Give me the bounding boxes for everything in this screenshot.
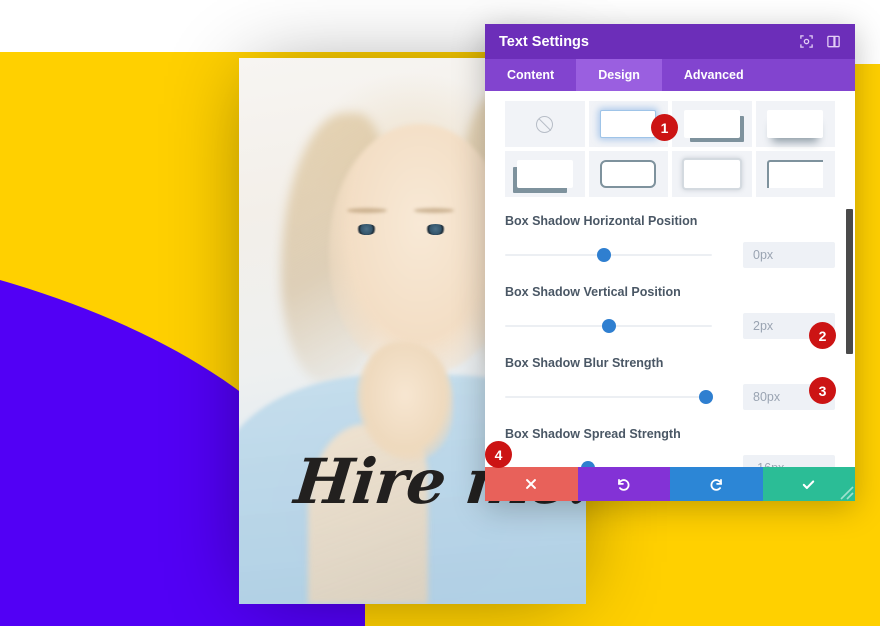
preset-thumb-glow — [600, 110, 657, 138]
field-box-shadow-horizontal-position: Box Shadow Horizontal Position 0px — [505, 214, 835, 268]
photo-eye-left — [356, 224, 377, 235]
label-box-shadow-blur-strength: Box Shadow Blur Strength — [505, 356, 664, 370]
label-box-shadow-horizontal-position: Box Shadow Horizontal Position — [505, 214, 698, 228]
box-shadow-preset-bottom-blur[interactable] — [755, 101, 835, 147]
tab-design[interactable]: Design — [576, 59, 662, 91]
photo-eye-right — [425, 224, 446, 235]
box-shadow-preset-no-shadow[interactable] — [505, 101, 585, 147]
field-box-shadow-spread-strength: Box Shadow Spread Strength -16px — [505, 427, 835, 467]
preset-thumb-offset-right — [683, 110, 740, 138]
redo-button[interactable] — [670, 467, 763, 501]
modal-body: Box Shadow Horizontal Position 0px Box S… — [485, 91, 855, 467]
photo-eyebrow-left — [347, 208, 387, 213]
layout-icon[interactable] — [826, 34, 841, 49]
text-settings-modal[interactable]: Text Settings Content Design Advanced Bo… — [485, 24, 855, 501]
tab-content[interactable]: Content — [485, 59, 576, 91]
slider-knob[interactable] — [698, 390, 713, 404]
box-shadow-preset-offset-left[interactable] — [505, 151, 585, 197]
expand-icon[interactable] — [799, 34, 814, 49]
slider-box-shadow-horizontal-position[interactable] — [505, 248, 712, 262]
photo-eyebrow-right — [414, 208, 454, 213]
preset-thumb-bottom-blur — [767, 110, 824, 138]
tab-advanced[interactable]: Advanced — [662, 59, 766, 91]
label-box-shadow-vertical-position: Box Shadow Vertical Position — [505, 285, 681, 299]
label-box-shadow-spread-strength: Box Shadow Spread Strength — [505, 427, 681, 441]
annotation-badge-2: 2 — [809, 322, 836, 349]
preset-thumb-inset — [683, 160, 740, 188]
field-box-shadow-vertical-position: Box Shadow Vertical Position 2px — [505, 285, 835, 339]
photo-face — [329, 123, 512, 374]
box-shadow-preset-offset-right[interactable] — [672, 101, 752, 147]
modal-footer[interactable] — [485, 467, 855, 501]
annotation-badge-3: 3 — [809, 377, 836, 404]
preset-thumb-outline — [600, 160, 657, 188]
annotation-badge-4: 4 — [485, 441, 512, 468]
modal-header-icons — [799, 34, 841, 49]
input-box-shadow-spread-strength[interactable]: -16px — [743, 455, 835, 467]
box-shadow-preset-outline[interactable] — [588, 151, 668, 197]
slider-box-shadow-blur-strength[interactable] — [505, 390, 713, 404]
modal-title: Text Settings — [499, 33, 589, 50]
cancel-button[interactable] — [485, 467, 578, 501]
slider-knob[interactable] — [601, 319, 616, 333]
undo-button[interactable] — [577, 467, 670, 501]
slider-track — [505, 396, 712, 398]
no-shadow-icon — [536, 115, 554, 133]
box-shadow-preset-inset[interactable] — [672, 151, 752, 197]
input-box-shadow-horizontal-position[interactable]: 0px — [743, 242, 835, 268]
modal-tabs[interactable]: Content Design Advanced — [485, 59, 855, 91]
save-button[interactable] — [762, 467, 855, 501]
preset-thumb-corner — [767, 160, 824, 188]
box-shadow-preset-corner[interactable] — [755, 151, 835, 197]
modal-header: Text Settings — [485, 24, 855, 59]
annotation-badge-1: 1 — [651, 114, 678, 141]
slider-box-shadow-vertical-position[interactable] — [505, 319, 712, 333]
field-box-shadow-blur-strength: Box Shadow Blur Strength 80px — [505, 356, 835, 410]
modal-vertical-scrollbar[interactable] — [846, 209, 853, 354]
slider-knob[interactable] — [597, 248, 612, 262]
preset-thumb-offset-left — [516, 160, 573, 188]
